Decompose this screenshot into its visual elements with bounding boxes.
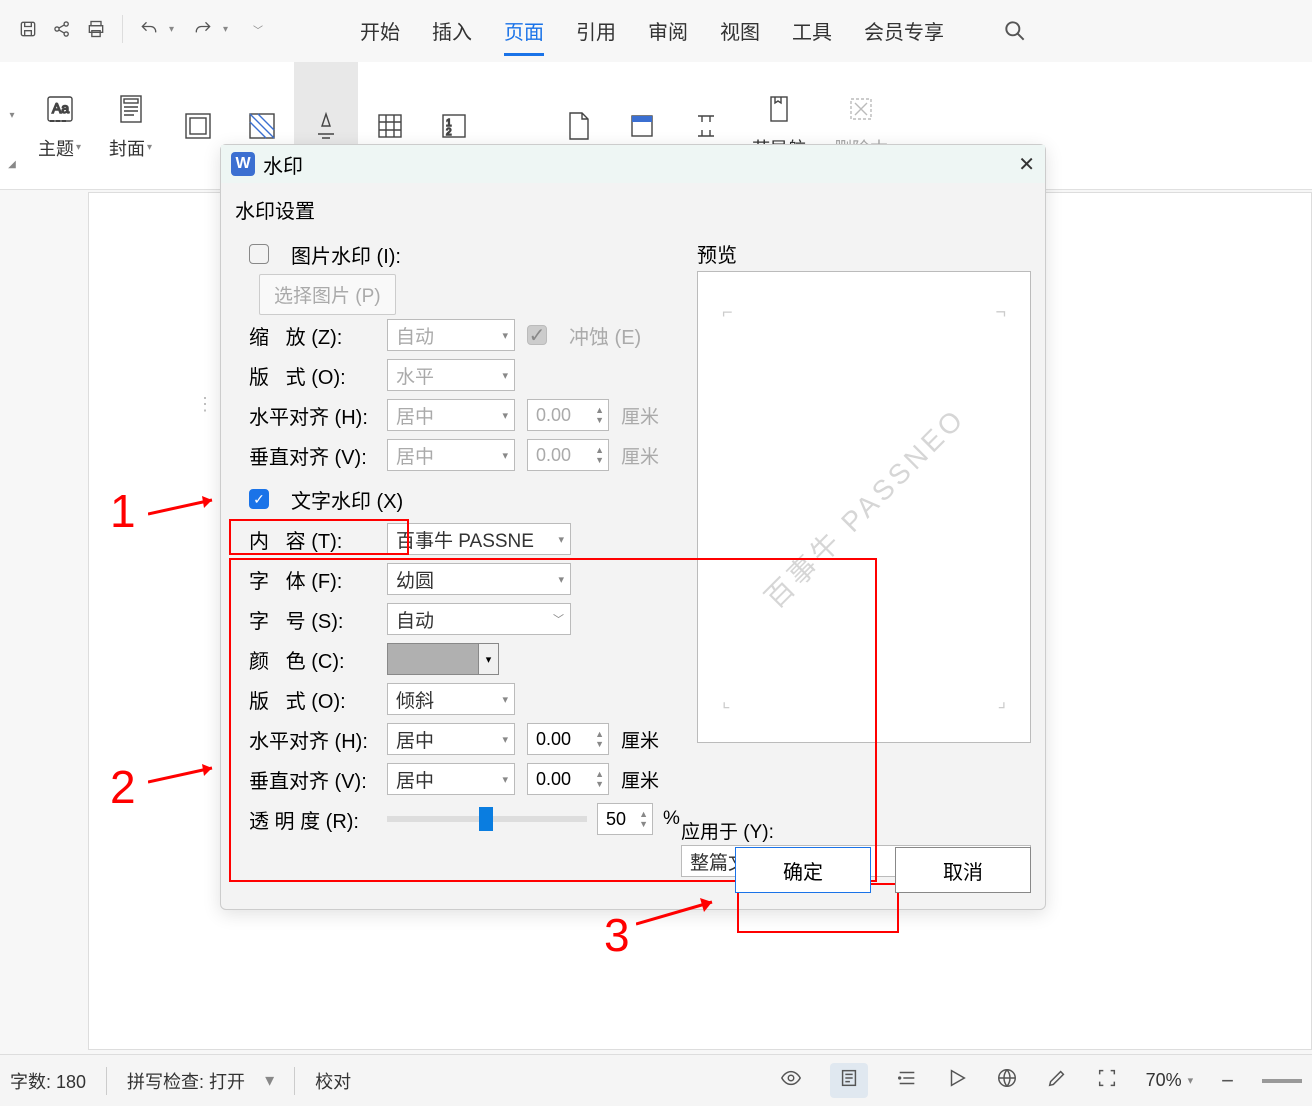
zoom-control[interactable]: 70%▾ <box>1146 1070 1194 1091</box>
menu-ref[interactable]: 引用 <box>576 16 616 56</box>
ribbon-cover[interactable]: 封面▾ <box>95 62 166 189</box>
menu-tools[interactable]: 工具 <box>792 16 832 56</box>
arrow-2 <box>148 760 228 790</box>
search-icon[interactable] <box>1002 18 1028 49</box>
valign1-label: 垂直对齐 (V): <box>249 441 375 470</box>
ribbon-expand[interactable]: ▾◢ <box>0 82 24 170</box>
annotation-2: 2 <box>110 760 136 814</box>
menu-review[interactable]: 审阅 <box>648 16 688 56</box>
theme-label: 主题 <box>38 135 74 161</box>
play-icon[interactable] <box>946 1067 968 1094</box>
eye-icon[interactable] <box>780 1067 802 1094</box>
cancel-button[interactable]: 取消 <box>895 847 1031 893</box>
washout-checkbox: ✓ <box>527 325 547 345</box>
zoom-out-icon[interactable]: − <box>1221 1068 1234 1094</box>
halign1-combo: 居中▾ <box>387 399 515 431</box>
pen-icon[interactable] <box>1046 1067 1068 1094</box>
cover-label: 封面 <box>109 135 145 161</box>
layout1-label: 版 式 (O): <box>249 361 375 390</box>
word-count[interactable]: 字数: 180 <box>10 1068 86 1094</box>
ok-button[interactable]: 确定 <box>735 847 871 893</box>
washout-label: 冲蚀 (E) <box>569 321 641 350</box>
menubar: 开始 插入 页面 引用 审阅 视图 工具 会员专享 <box>0 16 944 56</box>
arrow-1 <box>148 494 228 524</box>
status-bar: 字数: 180 拼写检查: 打开 ▾ 校对 70%▾ − <box>0 1054 1312 1106</box>
scale-combo: 自动▾ <box>387 319 515 351</box>
img-watermark-label: 图片水印 (I): <box>291 240 401 269</box>
text-watermark-checkbox[interactable]: ✓ <box>249 489 269 509</box>
menu-insert[interactable]: 插入 <box>432 16 472 56</box>
halign1-offset: 0.00▲▼ <box>527 399 609 431</box>
menu-member[interactable]: 会员专享 <box>864 16 944 56</box>
menu-start[interactable]: 开始 <box>360 16 400 56</box>
watermark-dialog: W 水印 ✕ 水印设置 图片水印 (I): 选择图片 (P) 缩 放 (Z): … <box>220 144 1046 910</box>
zoom-slider[interactable] <box>1262 1079 1302 1083</box>
app-icon: W <box>231 152 255 176</box>
valign1-offset: 0.00▲▼ <box>527 439 609 471</box>
svg-text:2: 2 <box>446 127 452 138</box>
img-watermark-checkbox[interactable] <box>249 244 269 264</box>
spell-check[interactable]: 拼写检查: 打开 <box>127 1068 245 1094</box>
menu-page[interactable]: 页面 <box>504 16 544 56</box>
layout1-combo: 水平▾ <box>387 359 515 391</box>
arrow-3 <box>636 896 726 930</box>
svg-text:Aa: Aa <box>52 100 69 116</box>
dialog-titlebar: W 水印 ✕ <box>221 145 1045 183</box>
scale-label: 缩 放 (Z): <box>249 321 375 350</box>
content-combo[interactable]: 百事牛 PASSNE▾ <box>387 523 571 555</box>
text-watermark-label: 文字水印 (X) <box>291 485 403 514</box>
group-label: 水印设置 <box>235 195 1031 224</box>
web-icon[interactable] <box>996 1067 1018 1094</box>
dialog-title: 水印 <box>263 150 303 179</box>
proofing[interactable]: 校对 <box>315 1068 351 1094</box>
preview-label: 预览 <box>697 239 737 268</box>
annotation-1: 1 <box>110 484 136 538</box>
annotation-box-2 <box>229 558 877 882</box>
page-view-icon[interactable] <box>830 1063 868 1098</box>
annotation-3: 3 <box>604 908 630 962</box>
valign1-combo: 居中▾ <box>387 439 515 471</box>
halign1-label: 水平对齐 (H): <box>249 401 375 430</box>
select-picture-button: 选择图片 (P) <box>259 274 396 315</box>
focus-icon[interactable] <box>1096 1067 1118 1094</box>
close-icon[interactable]: ✕ <box>1018 152 1035 177</box>
outline-icon[interactable] <box>896 1067 918 1094</box>
annotation-box-1 <box>229 519 409 555</box>
unit-cm-2: 厘米 <box>621 442 659 469</box>
menu-view[interactable]: 视图 <box>720 16 760 56</box>
ribbon-theme[interactable]: Aa 主题▾ <box>24 62 95 189</box>
unit-cm: 厘米 <box>621 402 659 429</box>
